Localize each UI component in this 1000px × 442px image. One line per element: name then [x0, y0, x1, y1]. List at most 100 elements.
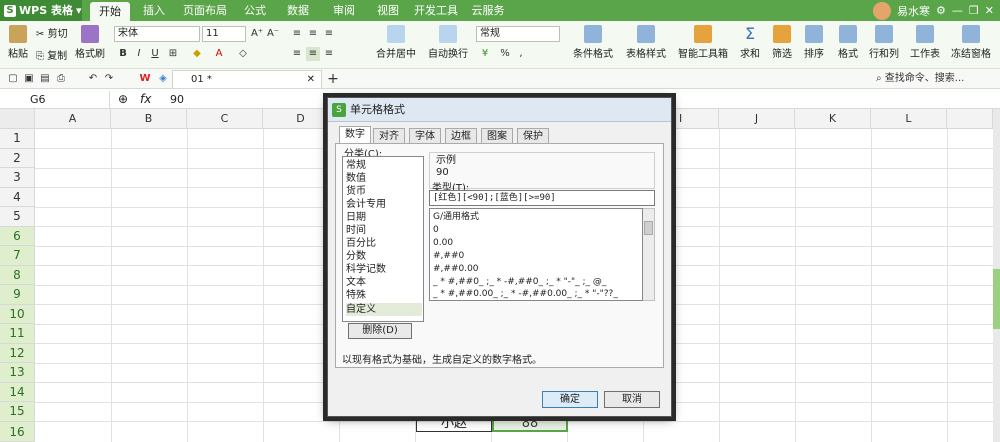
- list-item[interactable]: 文本: [346, 276, 422, 289]
- align-center-icon[interactable]: ≡: [306, 47, 320, 61]
- table-style-button[interactable]: 表格样式: [620, 25, 672, 60]
- sum-button[interactable]: Σ 求和: [736, 25, 764, 61]
- row-header-selected[interactable]: 12: [0, 343, 35, 363]
- list-item[interactable]: 百分比: [346, 237, 422, 250]
- user-name[interactable]: 易水寒: [897, 3, 930, 19]
- new-tab-icon[interactable]: +: [326, 72, 340, 86]
- new-file-icon[interactable]: ▢: [6, 72, 20, 86]
- scrollbar-thumb[interactable]: [644, 221, 653, 235]
- row-header[interactable]: 2: [0, 148, 35, 168]
- column-header[interactable]: [947, 109, 993, 129]
- filter-button[interactable]: 筛选: [768, 25, 796, 60]
- copy-button[interactable]: ⎘ 复制: [36, 47, 72, 62]
- dialog-title-bar[interactable]: S 单元格格式: [328, 98, 671, 122]
- list-item[interactable]: #,##0.00: [433, 263, 641, 275]
- list-item[interactable]: 会计专用: [346, 198, 422, 211]
- list-item[interactable]: _ * #,##0.00_ ;_ * -#,##0.00_ ;_ * "-"??…: [433, 288, 641, 300]
- row-header[interactable]: 3: [0, 168, 35, 188]
- row-header-selected[interactable]: 14: [0, 382, 35, 402]
- row-header[interactable]: 1: [0, 129, 35, 149]
- column-header[interactable]: B: [111, 109, 187, 129]
- row-header[interactable]: 4: [0, 187, 35, 207]
- tab-review[interactable]: 审阅: [326, 0, 362, 21]
- zoom-icon[interactable]: ⊕: [118, 92, 128, 106]
- name-box[interactable]: G6: [0, 91, 110, 108]
- align-left-icon[interactable]: ≡: [290, 47, 304, 61]
- list-item[interactable]: 科学记数: [346, 263, 422, 276]
- wps-app-menu-button[interactable]: S WPS 表格 ▾: [0, 0, 82, 21]
- wrap-text-button[interactable]: 自动换行: [424, 25, 472, 60]
- list-item[interactable]: 0: [433, 224, 641, 236]
- font-size-select[interactable]: 11: [202, 26, 246, 42]
- command-search[interactable]: ⌕ 查找命令、搜索...: [876, 71, 996, 87]
- worksheet-button[interactable]: 工作表: [906, 25, 944, 60]
- tab-view[interactable]: 视图: [370, 0, 406, 21]
- paste-button[interactable]: 粘贴: [4, 25, 32, 60]
- row-header-selected[interactable]: 7: [0, 246, 35, 266]
- smart-toolbox-button[interactable]: 智能工具箱: [678, 25, 728, 60]
- sort-button[interactable]: 排序: [800, 25, 828, 60]
- tab-formulas[interactable]: 公式: [236, 0, 274, 21]
- document-tab[interactable]: 01 * ✕: [172, 70, 322, 88]
- conditional-format-button[interactable]: 条件格式: [568, 25, 618, 60]
- print-icon[interactable]: ⎙: [54, 72, 68, 86]
- format-painter-button[interactable]: 格式刷: [74, 25, 106, 60]
- tab-border[interactable]: 边框: [445, 128, 477, 144]
- close-tab-icon[interactable]: ✕: [307, 71, 315, 88]
- open-file-icon[interactable]: ▣: [22, 72, 36, 86]
- tab-page-layout[interactable]: 页面布局: [176, 0, 234, 21]
- row-header-selected[interactable]: 9: [0, 285, 35, 305]
- formula-input[interactable]: 90: [170, 91, 184, 108]
- list-item[interactable]: 分数: [346, 250, 422, 263]
- merge-center-button[interactable]: 合并居中: [372, 25, 420, 60]
- clear-format-icon[interactable]: ◇: [236, 47, 250, 61]
- tab-developer[interactable]: 开发工具: [410, 0, 462, 21]
- fill-color-icon[interactable]: ◆: [190, 47, 204, 61]
- save-icon[interactable]: ▤: [38, 72, 52, 86]
- underline-icon[interactable]: U: [148, 47, 162, 61]
- align-middle-icon[interactable]: ≡: [306, 27, 320, 41]
- list-item[interactable]: 0.00: [433, 237, 641, 249]
- delete-button[interactable]: 删除(D): [348, 323, 412, 339]
- tab-cloud[interactable]: 云服务: [466, 0, 510, 21]
- undo-icon[interactable]: ↶: [86, 72, 100, 86]
- column-header[interactable]: J: [719, 109, 795, 129]
- list-item[interactable]: _ * #,##0_ ;_ * -#,##0_ ;_ * "-"_ ;_ @_: [433, 276, 641, 288]
- avatar[interactable]: [873, 1, 892, 20]
- tab-home[interactable]: 开始: [90, 2, 130, 21]
- row-header-selected[interactable]: 15: [0, 402, 35, 422]
- tab-pattern[interactable]: 图案: [481, 128, 513, 144]
- tab-number[interactable]: 数字: [339, 126, 371, 144]
- list-item[interactable]: #,##0: [433, 250, 641, 262]
- row-col-button[interactable]: 行和列: [866, 25, 902, 60]
- column-header[interactable]: C: [187, 109, 263, 129]
- select-all-corner[interactable]: [0, 109, 35, 129]
- list-item[interactable]: 时间: [346, 224, 422, 237]
- wps-home-icon[interactable]: W: [138, 72, 152, 86]
- percent-icon[interactable]: %: [498, 47, 512, 61]
- fx-icon[interactable]: fx: [140, 92, 151, 106]
- font-color-icon[interactable]: A: [212, 47, 226, 61]
- number-format-select[interactable]: 常规: [476, 26, 560, 42]
- cancel-button[interactable]: 取消: [604, 391, 660, 408]
- close-icon[interactable]: ✕: [985, 4, 994, 17]
- tab-insert[interactable]: 插入: [136, 0, 172, 21]
- list-item[interactable]: 货币: [346, 185, 422, 198]
- list-item[interactable]: G/通用格式: [433, 211, 641, 223]
- row-header-selected[interactable]: 11: [0, 324, 35, 344]
- bold-icon[interactable]: B: [116, 47, 130, 61]
- align-bottom-icon[interactable]: ≡: [322, 27, 336, 41]
- category-list[interactable]: 常规 数值 货币 会计专用 日期 时间 百分比 分数 科学记数 文本 特殊 自定…: [342, 156, 424, 322]
- vertical-scrollbar[interactable]: [993, 109, 1000, 442]
- row-header-selected[interactable]: 6: [0, 226, 35, 246]
- freeze-panes-button[interactable]: 冻结窗格: [946, 25, 996, 60]
- font-name-select[interactable]: 宋体: [114, 26, 200, 42]
- tab-alignment[interactable]: 对齐: [373, 128, 405, 144]
- shrink-font-icon[interactable]: A⁻: [266, 27, 280, 41]
- list-item[interactable]: 数值: [346, 172, 422, 185]
- cut-button[interactable]: ✂ 剪切: [36, 25, 72, 40]
- tab-data[interactable]: 数据: [280, 0, 316, 21]
- minimize-icon[interactable]: —: [952, 4, 963, 17]
- column-header[interactable]: K: [795, 109, 871, 129]
- settings-gear-icon[interactable]: ⚙: [936, 4, 946, 17]
